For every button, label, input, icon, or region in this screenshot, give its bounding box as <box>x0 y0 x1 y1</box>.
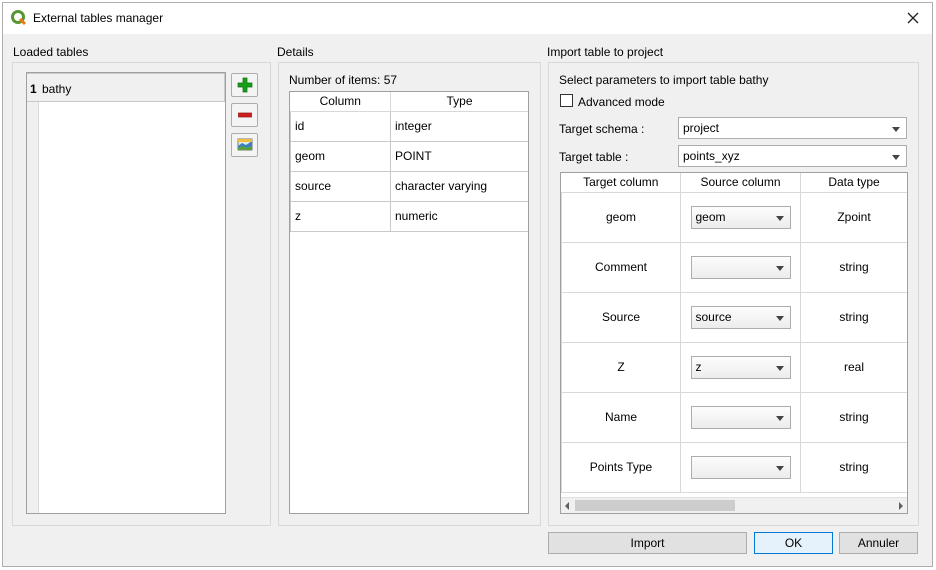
source-column-select[interactable]: source <box>690 305 791 329</box>
target-table-label: Target table : <box>559 150 629 164</box>
data-type-cell: real <box>800 341 907 393</box>
chevron-down-icon <box>892 155 900 160</box>
target-column-cell: Z <box>561 341 681 393</box>
details-label: Details <box>277 45 314 59</box>
target-schema-value: project <box>683 121 720 135</box>
source-column-value: geom <box>695 209 726 224</box>
source-column-cell: source <box>680 291 801 343</box>
target-column-cell: Points Type <box>561 441 681 493</box>
table-row[interactable]: Points Type string <box>561 441 907 493</box>
import-label: Import table to project <box>547 45 664 59</box>
target-column-cell: geom <box>561 191 681 243</box>
data-type-cell: string <box>800 391 907 443</box>
source-column-select[interactable] <box>690 255 791 279</box>
cancel-button[interactable]: Annuler <box>839 532 918 554</box>
import-button[interactable]: Import <box>548 532 747 554</box>
type-header[interactable]: Type <box>390 92 528 112</box>
close-button[interactable] <box>894 3 932 33</box>
table-row[interactable]: Source source string <box>561 291 907 343</box>
scroll-left-icon[interactable] <box>565 502 569 510</box>
source-column-select[interactable]: z <box>690 355 791 379</box>
advanced-mode-checkbox[interactable] <box>560 94 573 107</box>
source-column-cell: geom <box>680 191 801 243</box>
scrollbar-thumb[interactable] <box>575 500 735 511</box>
source-column-select[interactable]: geom <box>690 205 791 229</box>
chevron-down-icon <box>775 365 784 371</box>
target-table-value: points_xyz <box>683 149 740 163</box>
chevron-down-icon <box>892 127 900 132</box>
target-table-select[interactable]: points_xyz <box>678 145 907 167</box>
target-schema-select[interactable]: project <box>678 117 907 139</box>
data-type-cell: string <box>800 291 907 343</box>
source-column-cell: z <box>680 341 801 393</box>
remove-table-button[interactable] <box>231 103 258 127</box>
details-table[interactable]: Column Type id integer geom POINT source… <box>289 91 529 514</box>
table-row[interactable]: geom geom Zpoint <box>561 191 907 243</box>
data-type-header[interactable]: Data type <box>800 173 907 193</box>
items-count: Number of items: 57 <box>289 73 398 87</box>
data-type-cell: Zpoint <box>800 191 907 243</box>
column-cell[interactable]: geom <box>290 140 391 172</box>
column-cell[interactable]: id <box>290 110 391 142</box>
source-column-value: z <box>695 359 702 374</box>
target-column-cell: Name <box>561 391 681 443</box>
add-table-button[interactable] <box>231 73 258 97</box>
table-row[interactable]: source character varying <box>290 170 528 202</box>
import-mapping-table[interactable]: Target column Source column Data type ge… <box>560 172 908 514</box>
loaded-tables-label: Loaded tables <box>13 45 89 59</box>
type-cell[interactable]: integer <box>390 110 528 142</box>
target-schema-label: Target schema : <box>559 122 645 136</box>
source-column-select[interactable] <box>690 455 791 479</box>
source-column-cell <box>680 441 801 493</box>
scroll-right-icon[interactable] <box>899 502 903 510</box>
target-column-header[interactable]: Target column <box>561 173 681 193</box>
source-column-value: source <box>695 309 732 324</box>
column-cell[interactable]: source <box>290 170 391 202</box>
data-type-cell: string <box>800 241 907 293</box>
plus-icon <box>237 77 252 93</box>
source-column-cell <box>680 241 801 293</box>
type-cell[interactable]: POINT <box>390 140 528 172</box>
type-cell[interactable]: numeric <box>390 200 528 232</box>
chevron-down-icon <box>775 415 784 421</box>
qgis-icon <box>11 10 27 26</box>
table-row[interactable]: Name string <box>561 391 907 443</box>
target-column-cell: Source <box>561 291 681 343</box>
table-row[interactable]: geom POINT <box>290 140 528 172</box>
column-header[interactable]: Column <box>290 92 391 112</box>
row-number: 1 <box>30 82 37 96</box>
chevron-down-icon <box>775 465 784 471</box>
table-row[interactable]: Comment string <box>561 241 907 293</box>
source-column-header[interactable]: Source column <box>680 173 801 193</box>
loaded-tables-list[interactable]: 1 bathy <box>26 72 226 514</box>
target-column-cell: Comment <box>561 241 681 293</box>
source-column-cell <box>680 391 801 443</box>
chevron-down-icon <box>775 265 784 271</box>
advanced-mode-label: Advanced mode <box>578 95 665 109</box>
column-cell[interactable]: z <box>290 200 391 232</box>
horizontal-scrollbar[interactable] <box>561 497 907 513</box>
chevron-down-icon <box>775 315 784 321</box>
table-row[interactable]: id integer <box>290 110 528 142</box>
table-load-icon <box>237 138 252 151</box>
type-cell[interactable]: character varying <box>390 170 528 202</box>
list-item[interactable]: 1 bathy <box>27 73 225 102</box>
ok-button[interactable]: OK <box>754 532 833 554</box>
title-bar: External tables manager <box>3 3 932 34</box>
table-row[interactable]: z numeric <box>290 200 528 232</box>
import-params-text: Select parameters to import table bathy <box>559 73 769 87</box>
close-icon <box>907 12 919 24</box>
window-title: External tables manager <box>33 11 164 25</box>
row-number-gutter <box>27 73 39 513</box>
table-name: bathy <box>42 82 72 96</box>
source-column-select[interactable] <box>690 405 791 429</box>
chevron-down-icon <box>775 215 784 221</box>
table-row[interactable]: Z z real <box>561 341 907 393</box>
load-table-button[interactable] <box>231 133 258 157</box>
minus-icon <box>237 112 252 118</box>
data-type-cell: string <box>800 441 907 493</box>
